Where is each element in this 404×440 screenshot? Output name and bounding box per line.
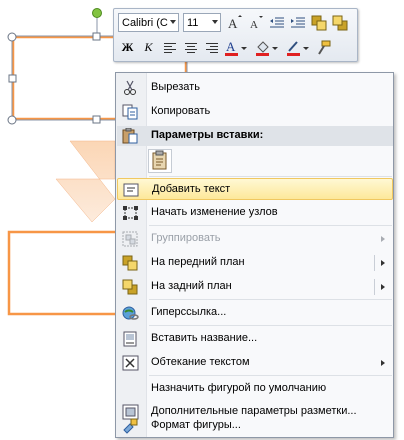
italic-button[interactable]: К	[139, 38, 158, 57]
menu-item-set-default-shape[interactable]: Назначить фигурой по умолчанию	[117, 378, 393, 400]
decrease-indent-icon[interactable]	[267, 13, 286, 32]
hyperlink-icon	[122, 305, 139, 321]
format-painter-icon[interactable]	[313, 38, 332, 57]
svg-text:A: A	[226, 39, 236, 54]
font-name-combo[interactable]: Calibri (C	[118, 13, 179, 32]
menu-separator	[149, 299, 392, 300]
font-size-combo[interactable]: 11	[183, 13, 221, 32]
menu-item-label: Обтекание текстом	[151, 356, 250, 368]
wrap-text-icon	[122, 355, 139, 371]
menu-item-label: Назначить фигурой по умолчанию	[151, 382, 327, 394]
copy-icon	[122, 104, 139, 120]
menu-item-group[interactable]: Группировать	[117, 228, 393, 250]
send-backward-icon[interactable]	[330, 13, 349, 32]
align-left-icon[interactable]	[160, 38, 179, 57]
increase-indent-icon[interactable]	[288, 13, 307, 32]
paste-keep-formatting-button[interactable]	[148, 149, 172, 173]
menu-item-label: Формат фигуры...	[151, 419, 241, 431]
menu-separator	[149, 225, 392, 226]
align-right-icon[interactable]	[202, 38, 221, 57]
edit-points-icon	[122, 205, 139, 221]
menu-item-copy[interactable]: Копировать	[117, 101, 393, 123]
paste-options-header: Параметры вставки:	[117, 126, 393, 146]
menu-item-label: Вставить название...	[151, 332, 258, 344]
submenu-arrow-icon	[381, 360, 385, 366]
scissors-icon	[122, 80, 139, 96]
svg-text:A: A	[250, 19, 258, 31]
outline-color-icon[interactable]	[285, 38, 311, 57]
fill-color-icon[interactable]	[254, 38, 280, 57]
font-color-icon[interactable]: A	[223, 38, 249, 57]
group-icon	[122, 231, 139, 247]
shrink-font-icon[interactable]: A	[246, 13, 265, 32]
bold-label: Ж	[121, 40, 134, 54]
menu-separator	[149, 176, 392, 177]
menu-separator	[149, 375, 392, 376]
menu-item-send-to-back[interactable]: На задний план	[117, 276, 393, 298]
menu-item-add-text[interactable]: Добавить текст	[117, 178, 393, 200]
menu-item-label: Группировать	[151, 232, 221, 244]
italic-label: К	[144, 40, 153, 54]
mini-formatting-toolbar: Calibri (C 11 A A Ж К A	[113, 8, 358, 62]
menu-item-edit-points[interactable]: Начать изменение узлов	[117, 202, 393, 224]
paste-icon	[122, 127, 139, 147]
text-box-icon	[123, 182, 140, 198]
menu-item-label: Добавить текст	[152, 183, 231, 195]
menu-item-label: На передний план	[151, 256, 245, 268]
paste-options-label: Параметры вставки:	[151, 129, 264, 141]
menu-item-label: Гиперссылка...	[151, 306, 227, 318]
menu-item-label: На задний план	[151, 280, 232, 292]
font-name-value: Calibri (C	[122, 16, 168, 29]
bold-button[interactable]: Ж	[118, 38, 137, 57]
menu-separator	[149, 325, 392, 326]
grow-font-icon[interactable]: A	[225, 13, 244, 32]
bring-forward-icon[interactable]	[309, 13, 328, 32]
split-divider	[374, 255, 375, 271]
menu-item-label: Вырезать	[151, 81, 200, 93]
format-shape-icon	[122, 418, 139, 434]
submenu-arrow-icon	[381, 236, 385, 242]
bring-forward-icon	[122, 255, 139, 271]
svg-text:A: A	[228, 16, 238, 31]
font-size-value: 11	[187, 16, 199, 29]
align-center-icon[interactable]	[181, 38, 200, 57]
down-arrow-shape[interactable]	[55, 140, 116, 223]
submenu-arrow-icon[interactable]	[381, 284, 385, 290]
send-backward-icon	[122, 279, 139, 295]
menu-item-hyperlink[interactable]: Гиперссылка...	[117, 302, 393, 324]
menu-item-label: Начать изменение узлов	[151, 206, 278, 218]
menu-item-format-shape[interactable]: Формат фигуры...	[117, 415, 393, 437]
menu-item-cut[interactable]: Вырезать	[117, 77, 393, 99]
menu-item-label: Копировать	[151, 105, 211, 117]
menu-item-wrap-text[interactable]: Обтекание текстом	[117, 352, 393, 374]
context-menu: Вырезать Копировать Параметры вставки: Д…	[115, 72, 394, 438]
menu-item-insert-caption[interactable]: Вставить название...	[117, 328, 393, 350]
menu-item-bring-to-front[interactable]: На передний план	[117, 252, 393, 274]
split-divider	[374, 279, 375, 295]
submenu-arrow-icon[interactable]	[381, 260, 385, 266]
caption-icon	[122, 331, 139, 347]
